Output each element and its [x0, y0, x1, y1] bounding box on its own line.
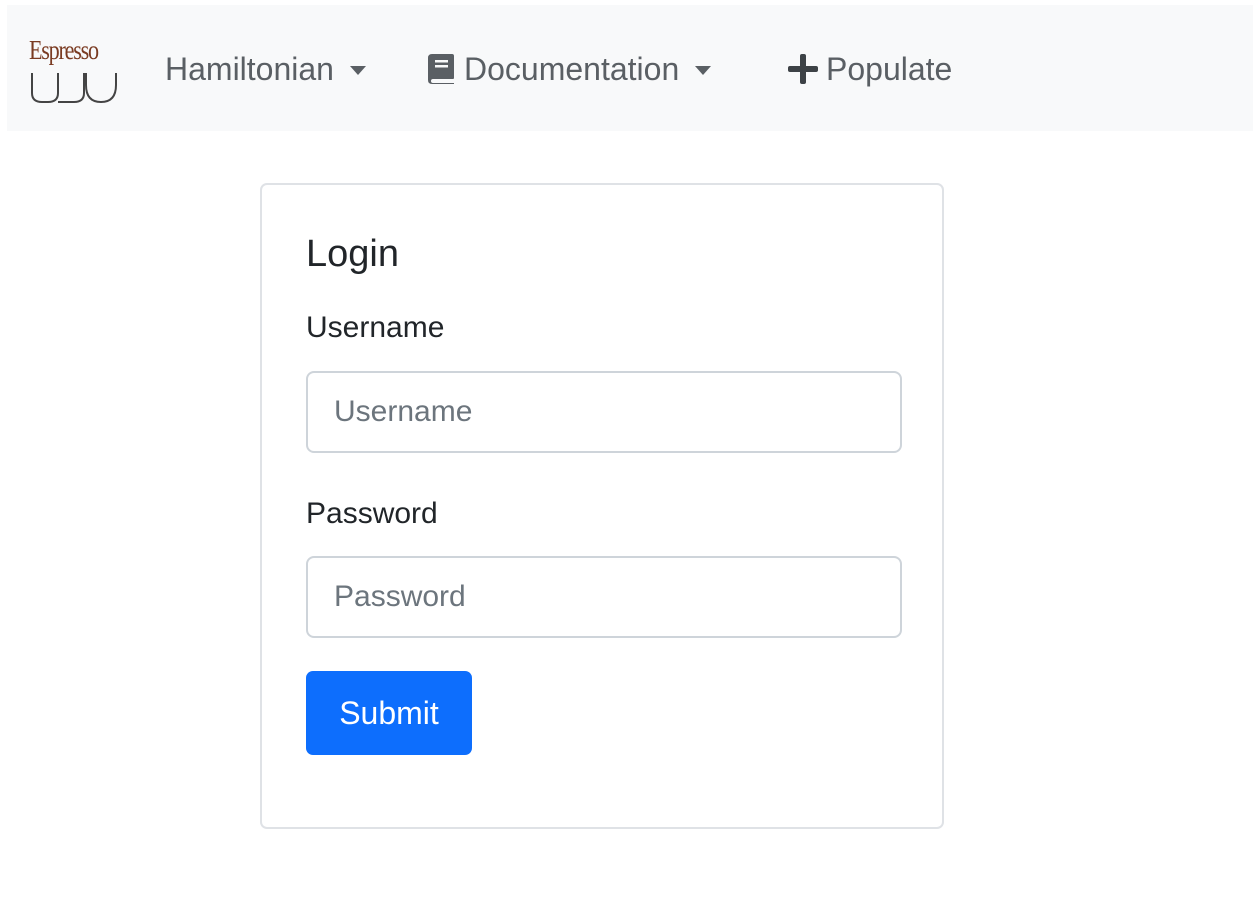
nav-hamiltonian-dropdown[interactable]: Hamiltonian: [165, 49, 366, 89]
book-icon: [428, 54, 454, 84]
login-card: Login Username Password Submit: [260, 183, 944, 829]
brand-text: Espresso: [29, 35, 99, 65]
navbar: Espresso Hamiltonian Documentation Popul…: [7, 5, 1253, 131]
caret-down-icon: [349, 65, 366, 75]
caret-down-icon: [695, 65, 712, 75]
nav-hamiltonian-label: Hamiltonian: [165, 50, 334, 87]
username-input[interactable]: [306, 371, 902, 453]
nav-populate-link[interactable]: Populate: [788, 49, 952, 89]
espresso-cups-icon: [31, 73, 117, 104]
nav-documentation-label: Documentation: [464, 50, 680, 87]
login-title: Login: [306, 233, 399, 275]
brand-logo[interactable]: Espresso: [29, 35, 121, 109]
nav-populate-label: Populate: [826, 50, 953, 87]
nav-documentation-dropdown[interactable]: Documentation: [428, 49, 712, 89]
submit-button[interactable]: Submit: [306, 671, 472, 755]
password-input[interactable]: [306, 556, 902, 638]
username-label: Username: [306, 311, 445, 344]
plus-icon: [788, 54, 818, 84]
password-label: Password: [306, 497, 438, 530]
